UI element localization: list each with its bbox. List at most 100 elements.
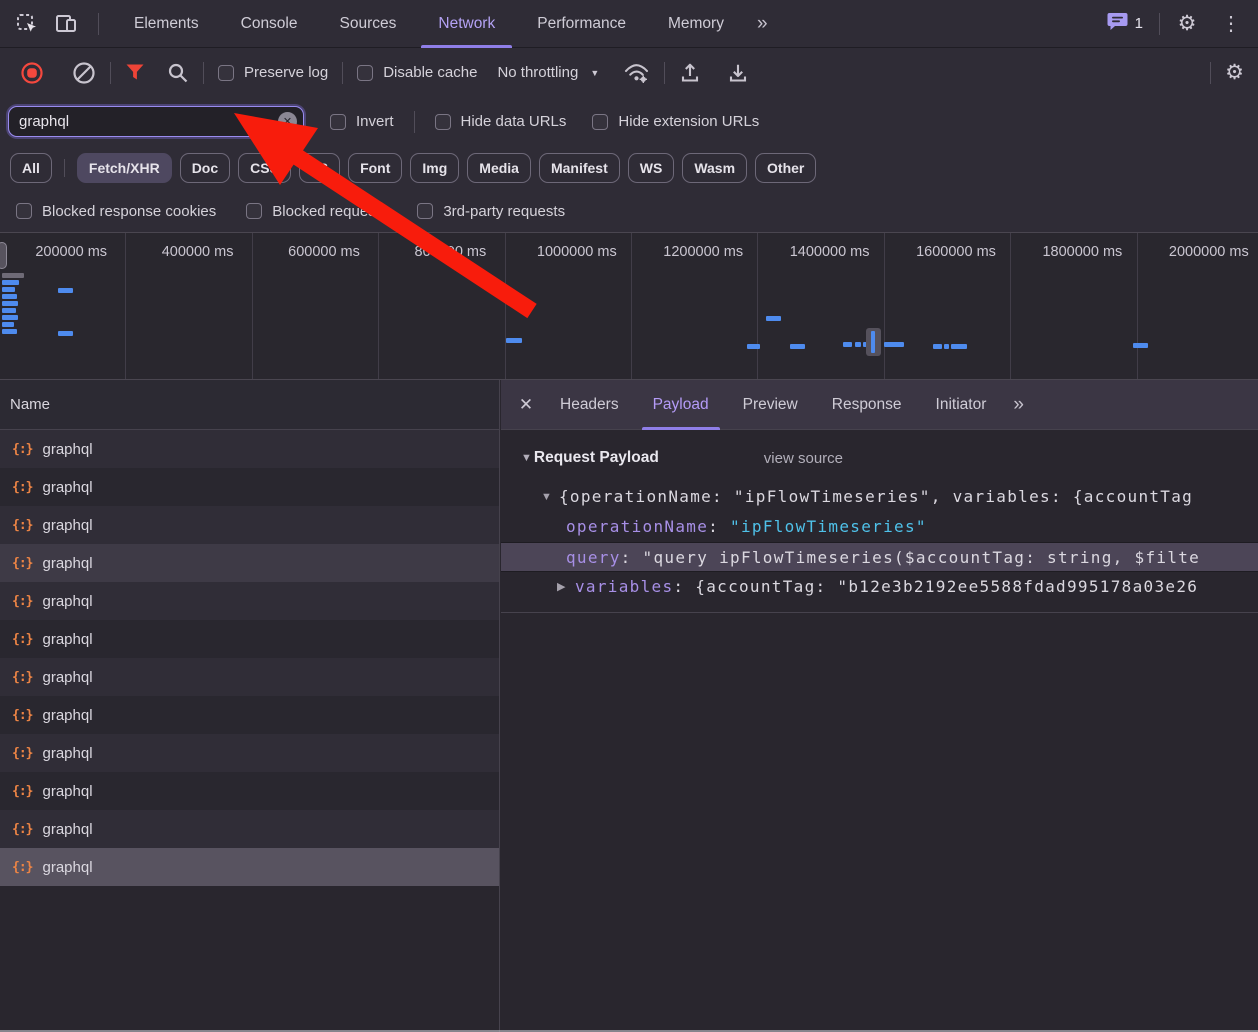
filter-input[interactable]: graphql ✕ [8,106,304,137]
kebab-menu-icon[interactable]: ⋮ [1214,7,1248,41]
panel-tabs: Elements Console Sources Network Performance… [113,0,778,48]
blocked-filters-row: Blocked response cookies Blocked requests… [0,190,1258,232]
chip-all[interactable]: All [10,153,52,183]
checkbox[interactable] [218,64,234,81]
invert-label: Invert [356,113,394,130]
disable-cache-label: Disable cache [383,64,478,81]
clear-network-log-icon[interactable] [72,61,96,85]
chip-fetch-xhr[interactable]: Fetch/XHR [76,153,172,183]
export-har-icon[interactable] [727,62,749,84]
request-row[interactable]: {:} graphql [0,620,499,658]
settings-gear-icon[interactable]: ⚙ [1170,7,1204,41]
chip-js[interactable]: JS [298,153,341,183]
request-row[interactable]: {:} graphql [0,696,499,734]
close-detail-icon[interactable]: ✕ [509,388,543,422]
payload-line[interactable]: ▼ {operationName: "ipFlowTimeseries", var… [501,482,1258,512]
filter-funnel-icon[interactable] [125,63,145,82]
tab-elements[interactable]: Elements [113,0,220,48]
timeline-request-bar [790,344,805,349]
request-row[interactable]: {:} graphql [0,468,499,506]
collapse-triangle-icon[interactable]: ▼ [521,452,532,464]
payload-line[interactable]: query: "query ipFlowTimeseries($accountT… [501,542,1258,572]
expanded-triangle-icon[interactable]: ▼ [541,482,552,512]
timeline-request-bar [1133,343,1148,348]
payload-line[interactable]: ▶ variables: {accountTag: "b12e3b2192ee55… [501,572,1258,602]
record-network-log-icon[interactable] [20,61,44,85]
request-name: graphql [42,668,93,686]
chip-media[interactable]: Media [467,153,531,183]
blocked-response-cookies-checkbox[interactable]: Blocked response cookies [16,203,216,220]
timeline-request-bar [766,316,781,321]
throttling-dropdown[interactable]: No throttling ▼ [497,64,599,81]
import-har-icon[interactable] [679,62,701,84]
detail-tab-response[interactable]: Response [815,380,919,430]
request-row[interactable]: {:} graphql [0,544,499,582]
request-row[interactable]: {:} graphql [0,848,499,886]
hide-extension-urls-checkbox[interactable]: Hide extension URLs [592,113,759,130]
request-row[interactable]: {:} graphql [0,506,499,544]
hide-data-urls-checkbox[interactable]: Hide data URLs [434,113,566,130]
tab-sources[interactable]: Sources [319,0,418,48]
search-icon[interactable] [167,62,189,84]
detail-tab-payload[interactable]: Payload [636,380,726,430]
request-row[interactable]: {:} graphql [0,658,499,696]
chip-css[interactable]: CSS [238,153,291,183]
network-settings-gear-icon[interactable]: ⚙ [1225,62,1244,83]
checkbox[interactable] [246,203,263,219]
divider [664,61,666,84]
request-row[interactable]: {:} graphql [0,734,499,772]
request-row[interactable]: {:} graphql [0,582,499,620]
chip-font[interactable]: Font [348,153,403,183]
payload-line[interactable]: operationName: "ipFlowTimeseries" [501,512,1258,542]
chip-manifest[interactable]: Manifest [538,153,620,183]
issues-button[interactable]: 1 [1101,12,1149,35]
disable-cache-checkbox[interactable]: Disable cache [357,64,477,81]
tab-console[interactable]: Console [220,0,319,48]
issues-count: 1 [1134,15,1143,32]
preserve-log-checkbox[interactable]: Preserve log [218,64,328,81]
timeline-request-bar [2,273,24,278]
hide-extension-urls-label: Hide extension URLs [618,113,760,130]
tab-memory[interactable]: Memory [647,0,745,48]
collapsed-triangle-icon[interactable]: ▶ [557,572,565,602]
request-payload-section-header[interactable]: ▼ Request Payload view source [501,442,1258,474]
network-conditions-icon[interactable] [623,62,650,84]
detail-tab-headers[interactable]: Headers [543,380,636,430]
detail-more-tabs-chevron-icon[interactable]: » [1003,380,1032,430]
chip-img[interactable]: Img [410,153,460,183]
network-toolbar: Preserve log Disable cache No throttling… [0,48,1258,97]
name-column-header[interactable]: Name [0,380,499,430]
detail-tab-preview[interactable]: Preview [726,380,815,430]
view-source-link[interactable]: view source [764,450,843,467]
request-name: graphql [42,554,93,572]
request-row[interactable]: {:} graphql [0,810,499,848]
detail-tab-initiator[interactable]: Initiator [919,380,1004,430]
blocked-requests-checkbox[interactable]: Blocked requests [246,203,387,220]
request-row[interactable]: {:} graphql [0,430,499,468]
checkbox[interactable] [330,113,346,130]
checkbox[interactable] [434,113,451,130]
timeline-request-bar [884,342,904,347]
chip-wasm[interactable]: Wasm [682,153,748,183]
inspect-element-icon[interactable] [10,7,44,41]
request-name: graphql [42,440,93,458]
chip-doc[interactable]: Doc [179,153,231,183]
network-overview-timeline[interactable]: 200000 ms 400000 ms 600000 ms 800000 ms 1000… [0,232,1258,380]
invert-checkbox[interactable]: Invert [330,113,394,130]
chip-other[interactable]: Other [755,153,817,183]
checkbox[interactable] [16,203,32,219]
request-row[interactable]: {:} graphql [0,772,499,810]
request-name: graphql [42,782,93,800]
json-resource-icon: {:} [12,745,34,761]
tab-network[interactable]: Network [417,0,516,48]
network-filter-row: graphql ✕ Invert Hide data URLs Hide ext… [0,97,1258,146]
chip-ws[interactable]: WS [627,153,675,183]
checkbox[interactable] [357,64,374,81]
more-tabs-chevron-icon[interactable]: » [745,0,778,48]
checkbox[interactable] [417,203,434,219]
clear-filter-icon[interactable]: ✕ [278,112,297,131]
checkbox[interactable] [592,113,609,130]
tab-performance[interactable]: Performance [516,0,647,48]
3rd-party-requests-checkbox[interactable]: 3rd-party requests [417,203,565,220]
device-toolbar-icon[interactable] [50,7,84,41]
